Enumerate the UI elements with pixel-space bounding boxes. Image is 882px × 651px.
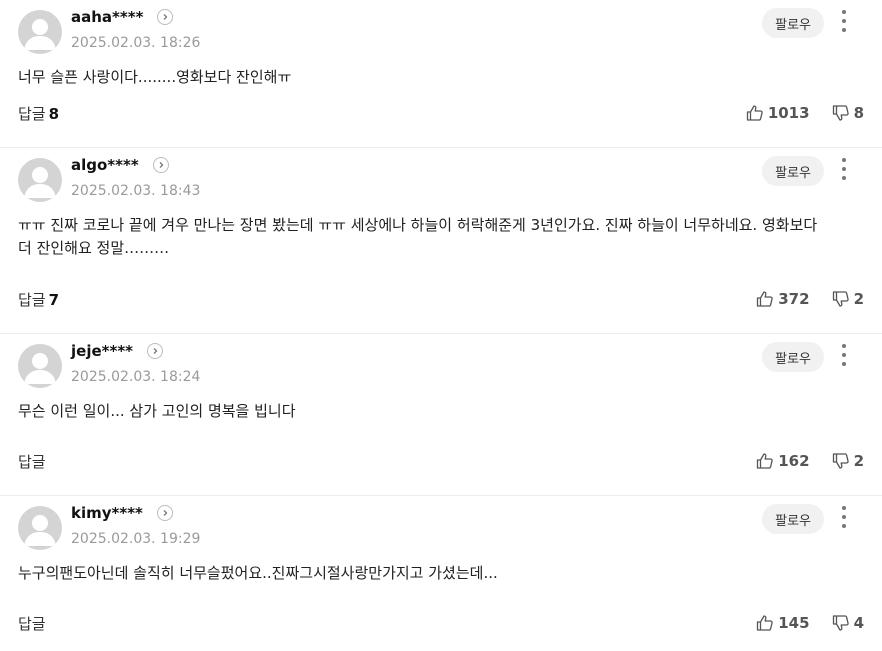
comment-item: jeje**** 2025.02.03. 18:24 팔로우 무슨 이런 일이.… [0, 334, 882, 496]
username[interactable]: aaha**** [71, 8, 143, 26]
user-silhouette-icon [24, 167, 56, 198]
chevron-right-icon[interactable] [156, 505, 173, 521]
reply-button[interactable]: 답글 [18, 451, 49, 472]
comment-header: aaha**** 2025.02.03. 18:26 팔로우 [18, 0, 864, 66]
username[interactable]: kimy**** [71, 504, 143, 522]
comment-header: kimy**** 2025.02.03. 19:29 팔로우 [18, 496, 864, 562]
reply-label: 답글 [18, 290, 46, 309]
reply-button[interactable]: 답글 7 [18, 289, 59, 310]
like-button[interactable]: 1013 [746, 104, 810, 122]
vote-group: 1013 8 [746, 104, 864, 122]
username[interactable]: jeje**** [71, 342, 133, 360]
avatar[interactable] [18, 10, 62, 54]
like-count: 1013 [767, 104, 810, 122]
chevron-right-icon[interactable] [147, 343, 164, 359]
vote-group: 162 2 [756, 452, 864, 470]
reply-label: 답글 [18, 614, 46, 633]
vote-group: 372 2 [756, 290, 864, 308]
like-count: 162 [778, 452, 810, 470]
like-button[interactable]: 372 [756, 290, 810, 308]
dislike-count: 2 [853, 290, 864, 308]
reply-count: 7 [48, 290, 60, 309]
dislike-button[interactable]: 8 [832, 104, 864, 122]
dislike-count: 8 [853, 104, 864, 122]
reply-button[interactable]: 답글 8 [18, 103, 59, 124]
comment-item: aaha**** 2025.02.03. 18:26 팔로우 너무 슬픈 사랑이… [0, 0, 882, 148]
more-options-icon[interactable] [840, 344, 848, 366]
username-row[interactable]: jeje**** [71, 342, 164, 360]
comment-list: aaha**** 2025.02.03. 18:26 팔로우 너무 슬픈 사랑이… [0, 0, 882, 651]
thumbs-down-icon [832, 291, 849, 307]
like-button[interactable]: 145 [756, 614, 810, 632]
follow-button[interactable]: 팔로우 [762, 342, 824, 372]
dislike-button[interactable]: 2 [832, 290, 864, 308]
avatar[interactable] [18, 344, 62, 388]
comment-footer: 답글 7 372 2 [18, 288, 864, 310]
username-row[interactable]: algo**** [71, 156, 169, 174]
comment-item: algo**** 2025.02.03. 18:43 팔로우 ㅠㅠ 진짜 코로나… [0, 148, 882, 334]
more-options-icon[interactable] [840, 158, 848, 180]
user-silhouette-icon [24, 515, 56, 546]
chevron-right-icon[interactable] [152, 157, 169, 173]
username[interactable]: algo**** [71, 156, 139, 174]
comment-header: algo**** 2025.02.03. 18:43 팔로우 [18, 148, 864, 214]
chevron-right-icon[interactable] [157, 9, 174, 25]
follow-button[interactable]: 팔로우 [762, 8, 824, 38]
more-options-icon[interactable] [840, 10, 848, 32]
like-button[interactable]: 162 [756, 452, 810, 470]
dislike-button[interactable]: 2 [832, 452, 864, 470]
comment-footer: 답글 145 4 [18, 612, 864, 634]
vote-group: 145 4 [756, 614, 864, 632]
thumbs-down-icon [832, 453, 849, 469]
comment-date: 2025.02.03. 18:43 [71, 183, 201, 199]
more-options-icon[interactable] [840, 506, 848, 528]
user-silhouette-icon [24, 353, 56, 384]
thumbs-down-icon [832, 615, 849, 631]
follow-button[interactable]: 팔로우 [762, 156, 824, 186]
comment-text: 무슨 이런 일이... 삼가 고인의 명복을 빕니다 [18, 402, 296, 420]
username-row[interactable]: kimy**** [71, 504, 173, 522]
dislike-count: 4 [853, 614, 864, 632]
comment-footer: 답글 8 1013 8 [18, 102, 864, 124]
like-count: 372 [778, 290, 810, 308]
comment-date: 2025.02.03. 18:26 [71, 35, 201, 51]
thumbs-up-icon [757, 615, 773, 631]
comment-header: jeje**** 2025.02.03. 18:24 팔로우 [18, 334, 864, 400]
like-count: 145 [778, 614, 810, 632]
thumbs-up-icon [757, 291, 773, 307]
dislike-button[interactable]: 4 [832, 614, 864, 632]
follow-button[interactable]: 팔로우 [762, 504, 824, 534]
reply-count: 8 [48, 104, 60, 123]
avatar[interactable] [18, 506, 62, 550]
user-silhouette-icon [24, 19, 56, 50]
thumbs-up-icon [746, 105, 763, 121]
comment-date: 2025.02.03. 18:24 [71, 369, 201, 385]
comment-text: 너무 슬픈 사랑이다........영화보다 잔인해ㅠ [18, 68, 292, 86]
username-row[interactable]: aaha**** [71, 8, 174, 26]
comment-date: 2025.02.03. 19:29 [71, 531, 201, 547]
avatar[interactable] [18, 158, 62, 202]
comment-item: kimy**** 2025.02.03. 19:29 팔로우 누구의팬도아닌데 … [0, 496, 882, 651]
comment-text: ㅠㅠ 진짜 코로나 끝에 겨우 만나는 장면 봤는데 ㅠㅠ 세상에나 하늘이 허… [18, 216, 818, 257]
thumbs-up-icon [757, 453, 773, 469]
reply-label: 답글 [18, 104, 46, 123]
thumbs-down-icon [832, 105, 849, 121]
dislike-count: 2 [853, 452, 864, 470]
reply-label: 답글 [18, 452, 46, 471]
comment-text: 누구의팬도아닌데 솔직히 너무슬펐어요..진짜그시절사랑만가지고 가셨는데... [18, 564, 498, 582]
comment-footer: 답글 162 2 [18, 450, 864, 472]
reply-button[interactable]: 답글 [18, 613, 49, 634]
